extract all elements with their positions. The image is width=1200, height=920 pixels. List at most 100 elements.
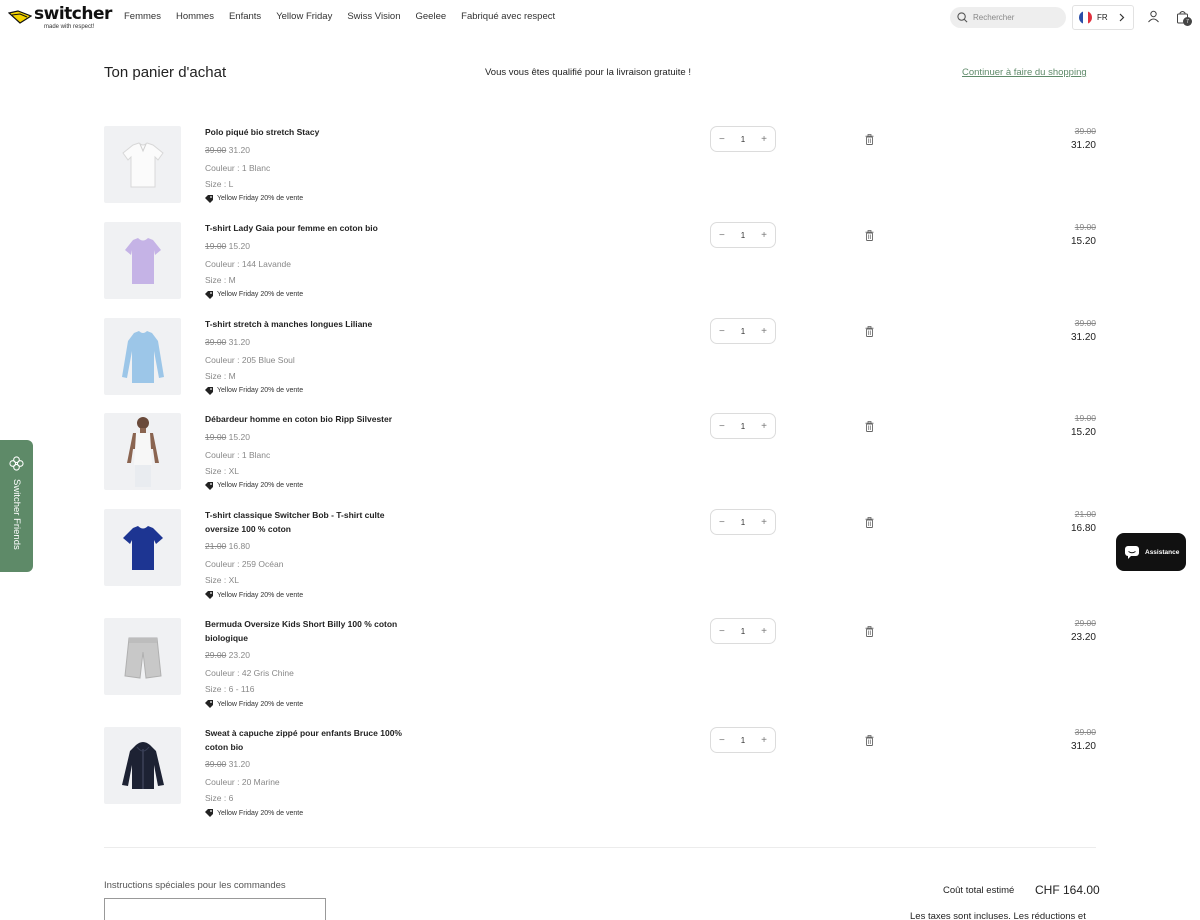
estimated-total-value: CHF 164.00 (1035, 883, 1100, 897)
product-name[interactable]: T-shirt classique Switcher Bob - T-shirt… (205, 509, 405, 536)
quantity-value[interactable]: 1 (741, 736, 745, 745)
decrease-quantity-button[interactable]: − (719, 134, 725, 145)
product-image[interactable] (104, 222, 181, 299)
quantity-value[interactable]: 1 (741, 231, 745, 240)
language-selector[interactable]: FR (1072, 5, 1134, 30)
product-size: Size : XL (205, 465, 240, 476)
unit-price: 19.00 15.20 (205, 432, 405, 442)
product-name[interactable]: Sweat à capuche zippé pour enfants Bruce… (205, 727, 405, 754)
nav-item-femmes[interactable]: Femmes (124, 11, 161, 22)
trash-icon[interactable] (865, 421, 874, 432)
unit-price: 29.00 23.20 (205, 650, 405, 660)
product-image[interactable] (104, 318, 181, 395)
increase-quantity-button[interactable]: + (761, 735, 767, 746)
promo-label: Yellow Friday 20% de vente (217, 387, 304, 394)
line-old-total: 39.00 (1074, 318, 1096, 328)
order-instructions-field[interactable] (104, 898, 326, 920)
search-input[interactable] (973, 13, 1053, 22)
product-name[interactable]: T-shirt Lady Gaia pour femme en coton bi… (205, 222, 405, 236)
promo-label: Yellow Friday 20% de vente (217, 482, 304, 489)
increase-quantity-button[interactable]: + (761, 326, 767, 337)
quantity-stepper[interactable]: − 1 + (710, 618, 776, 644)
account-icon[interactable] (1147, 10, 1160, 23)
product-name[interactable]: Bermuda Oversize Kids Short Billy 100 % … (205, 618, 405, 645)
increase-quantity-button[interactable]: + (761, 421, 767, 432)
product-name[interactable]: T-shirt stretch à manches longues Lilian… (205, 318, 405, 332)
increase-quantity-button[interactable]: + (761, 134, 767, 145)
nav-item-yellow-friday[interactable]: Yellow Friday (276, 11, 332, 22)
increase-quantity-button[interactable]: + (761, 230, 767, 241)
line-old-total: 19.00 (1074, 222, 1096, 232)
tag-icon (205, 700, 213, 708)
line-total: 39.00 31.20 (1071, 126, 1096, 151)
switcher-friends-tab[interactable]: Switcher Friends (0, 440, 33, 572)
line-old-total: 29.00 (1074, 618, 1096, 628)
product-color: Couleur : 20 Marine (205, 777, 280, 787)
quantity-stepper[interactable]: − 1 + (710, 222, 776, 248)
tag-icon (205, 591, 213, 599)
trash-icon[interactable] (865, 230, 874, 241)
quantity-value[interactable]: 1 (741, 135, 745, 144)
quantity-stepper[interactable]: − 1 + (710, 126, 776, 152)
promo-tag: Yellow Friday 20% de vente (205, 290, 405, 299)
line-sale-total: 15.20 (1070, 427, 1096, 438)
trash-icon[interactable] (865, 626, 874, 637)
product-name[interactable]: Débardeur homme en coton bio Ripp Silves… (205, 413, 405, 427)
switcher-logo[interactable]: switcher made with respect! (8, 6, 112, 30)
line-sale-total: 31.20 (1070, 741, 1096, 752)
trash-icon[interactable] (865, 134, 874, 145)
nav-item-enfants[interactable]: Enfants (229, 11, 261, 22)
decrease-quantity-button[interactable]: − (719, 517, 725, 528)
decrease-quantity-button[interactable]: − (719, 421, 725, 432)
quantity-value[interactable]: 1 (741, 518, 745, 527)
promo-label: Yellow Friday 20% de vente (217, 700, 304, 708)
estimated-total-label: Coût total estimé (943, 885, 1015, 896)
unit-price: 39.00 31.20 (205, 145, 405, 155)
line-old-total: 39.00 (1074, 126, 1096, 136)
increase-quantity-button[interactable]: + (761, 626, 767, 637)
assistance-chat-button[interactable]: Assistance (1116, 533, 1186, 571)
promo-tag: Yellow Friday 20% de vente (205, 809, 405, 817)
search-box[interactable] (950, 7, 1066, 28)
decrease-quantity-button[interactable]: − (719, 230, 725, 241)
product-image[interactable] (104, 413, 181, 490)
trash-icon[interactable] (865, 326, 874, 337)
unit-price: 39.00 31.20 (205, 337, 405, 347)
decrease-quantity-button[interactable]: − (719, 735, 725, 746)
product-image[interactable] (104, 727, 181, 804)
line-total: 29.00 23.20 (1071, 618, 1096, 643)
line-old-total: 19.00 (1074, 413, 1096, 423)
product-image[interactable] (104, 509, 181, 586)
quantity-value[interactable]: 1 (741, 327, 745, 336)
tag-icon (205, 809, 213, 817)
product-name[interactable]: Polo piqué bio stretch Stacy (205, 126, 405, 140)
switcher-mark-icon (8, 10, 32, 24)
line-sale-total: 31.20 (1070, 332, 1096, 343)
quantity-value[interactable]: 1 (741, 627, 745, 636)
logo-word: switcher (34, 4, 112, 24)
cart-button[interactable]: 7 (1176, 10, 1192, 29)
quantity-stepper[interactable]: − 1 + (710, 413, 776, 439)
trash-icon[interactable] (865, 735, 874, 746)
quantity-value[interactable]: 1 (741, 422, 745, 431)
increase-quantity-button[interactable]: + (761, 517, 767, 528)
quantity-stepper[interactable]: − 1 + (710, 727, 776, 753)
nav-item-geelee[interactable]: Geelee (416, 11, 447, 22)
decrease-quantity-button[interactable]: − (719, 626, 725, 637)
line-sale-total: 23.20 (1070, 632, 1096, 643)
unit-old-price: 39.00 (205, 336, 227, 347)
promo-label: Yellow Friday 20% de vente (217, 809, 304, 817)
decrease-quantity-button[interactable]: − (719, 326, 725, 337)
promo-tag: Yellow Friday 20% de vente (205, 700, 405, 708)
trash-icon[interactable] (865, 517, 874, 528)
product-image[interactable] (104, 618, 181, 695)
continue-shopping-link[interactable]: Continuer à faire du shopping (962, 67, 1087, 78)
nav-item-fabrique[interactable]: Fabriqué avec respect (461, 11, 555, 22)
nav-item-swiss-vision[interactable]: Swiss Vision (347, 11, 400, 22)
product-image[interactable] (104, 126, 181, 203)
quantity-stepper[interactable]: − 1 + (710, 509, 776, 535)
nav-item-hommes[interactable]: Hommes (176, 11, 214, 22)
product-size: Size : M (205, 370, 236, 381)
line-old-total: 39.00 (1074, 727, 1096, 737)
quantity-stepper[interactable]: − 1 + (710, 318, 776, 344)
